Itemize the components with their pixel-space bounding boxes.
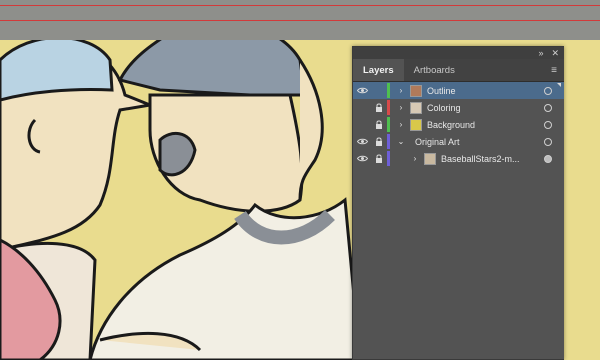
panel-tabs: Layers Artboards ≡ — [353, 59, 564, 82]
layer-name: Outline — [427, 85, 456, 96]
panel-header: » ✕ — [353, 47, 564, 59]
layer-row[interactable]: › Background — [353, 116, 564, 133]
target-circle-icon[interactable] — [544, 86, 552, 95]
layers-panel: » ✕ Layers Artboards ≡ › Outline › Coloring… — [352, 46, 564, 360]
layer-name: Original Art — [415, 136, 460, 147]
layer-name: BaseballStars2-m... — [441, 153, 520, 164]
target-circle-icon[interactable] — [544, 137, 552, 146]
lock-icon — [376, 103, 382, 112]
layer-thumbnail — [424, 152, 436, 165]
eye-icon — [356, 155, 368, 162]
eye-icon — [356, 138, 368, 145]
collapse-icon[interactable]: » — [538, 48, 543, 58]
hamburger-menu-icon[interactable]: ≡ — [551, 59, 564, 81]
lock-toggle[interactable] — [371, 120, 387, 129]
visibility-toggle[interactable] — [353, 155, 371, 162]
tab-layers[interactable]: Layers — [353, 59, 404, 81]
lock-icon — [376, 154, 382, 163]
target-circle-icon[interactable] — [544, 154, 552, 163]
chevron-down-icon[interactable]: ⌄ — [396, 137, 406, 146]
chevron-right-icon[interactable]: › — [410, 154, 420, 163]
chevron-right-icon[interactable]: › — [396, 86, 406, 95]
layer-color-indicator — [387, 100, 390, 115]
layer-color-indicator — [387, 83, 390, 98]
tab-artboards[interactable]: Artboards — [404, 59, 465, 81]
guide-line — [0, 20, 600, 21]
layer-row[interactable]: › BaseballStars2-m... — [353, 150, 564, 167]
eye-icon — [356, 87, 368, 94]
target-circle-icon[interactable] — [544, 120, 552, 129]
lock-icon — [376, 137, 382, 146]
layer-thumbnail — [410, 118, 422, 131]
layer-name: Background — [427, 119, 476, 130]
layer-thumbnail — [410, 101, 422, 114]
layers-list: › Outline › Coloring › Background ⌄ Original Ar… — [353, 82, 564, 167]
lock-toggle[interactable] — [371, 103, 387, 112]
layer-row[interactable]: › Coloring — [353, 99, 564, 116]
selection-corner-icon — [557, 83, 561, 87]
layer-row[interactable]: ⌄ Original Art — [353, 133, 564, 150]
visibility-toggle[interactable] — [353, 138, 371, 145]
chevron-right-icon[interactable]: › — [396, 103, 406, 112]
artboard-edge-line — [0, 5, 600, 6]
layer-color-indicator — [387, 134, 390, 149]
chevron-right-icon[interactable]: › — [396, 120, 406, 129]
lock-icon — [376, 120, 382, 129]
close-icon[interactable]: ✕ — [551, 48, 559, 59]
layer-color-indicator — [387, 117, 390, 132]
layer-name: Coloring — [427, 102, 461, 113]
top-toolbar-area — [0, 0, 600, 40]
layer-color-indicator — [387, 151, 390, 166]
lock-toggle[interactable] — [371, 137, 387, 146]
lock-toggle[interactable] — [371, 154, 387, 163]
target-circle-icon[interactable] — [544, 103, 552, 112]
layer-thumbnail — [410, 84, 422, 97]
visibility-toggle[interactable] — [353, 87, 371, 94]
layer-row[interactable]: › Outline — [353, 82, 564, 99]
